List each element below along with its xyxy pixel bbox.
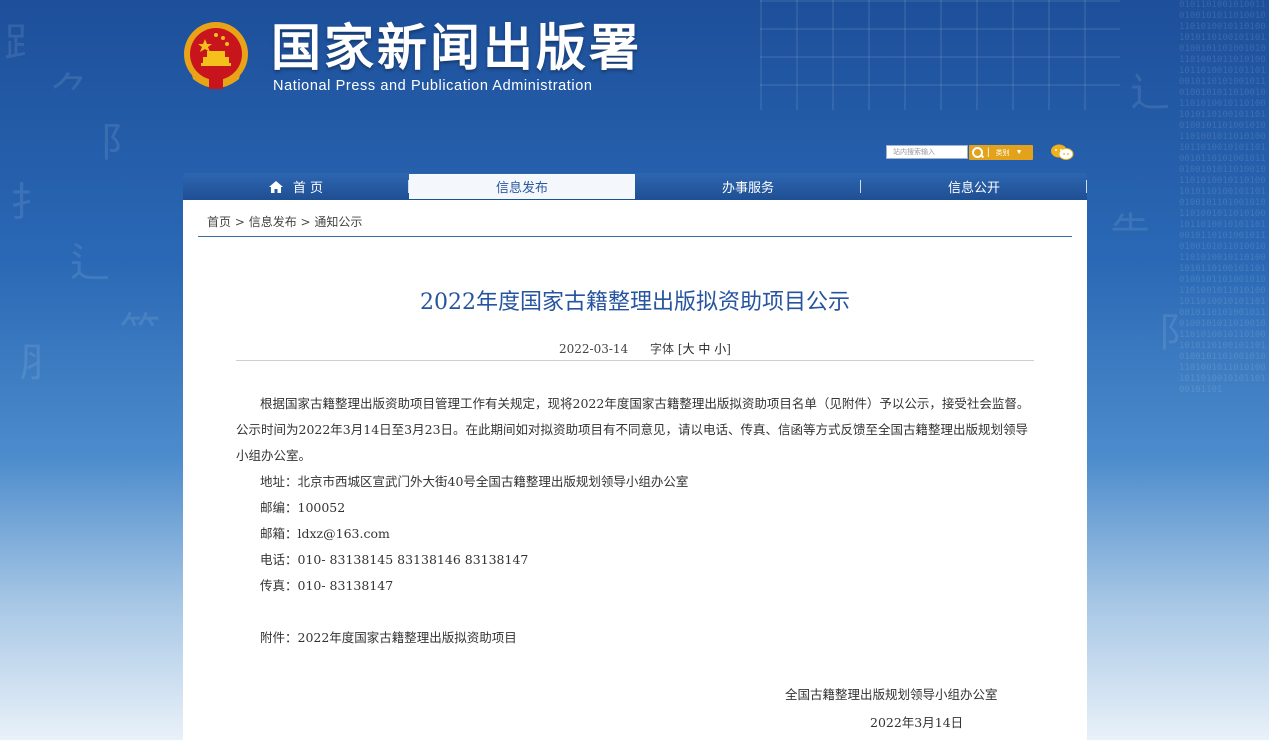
background-glyph: ⻌ (1130, 70, 1170, 116)
wechat-icon[interactable] (1050, 143, 1074, 161)
national-emblem-icon[interactable] (183, 21, 249, 93)
background-grid-pattern (760, 0, 1120, 110)
breadcrumb-info-release[interactable]: 信息发布 (249, 215, 297, 229)
home-icon (268, 180, 283, 193)
background-glyph: ⺼ (20, 340, 60, 386)
search-input[interactable]: 站内搜索输入 (886, 145, 968, 159)
font-size-large-button[interactable]: 大 (683, 342, 695, 356)
signature-org: 全国古籍整理出版规划领导小组办公室 (785, 687, 998, 702)
font-size-small-button[interactable]: 小 (714, 342, 726, 356)
article-body: 根据国家古籍整理出版资助项目管理工作有关规定，现将2022年度国家古籍整理出版拟… (236, 391, 1036, 651)
search-button[interactable]: | 类别 ▼ (969, 145, 1033, 160)
nav-item-label: 信息公开 (947, 181, 1000, 196)
contact-address: 地址：北京市西城区宣武门外大街40号全国古籍整理出版规划领导小组办公室 (260, 474, 689, 489)
font-size-medium-button[interactable]: 中 (698, 342, 710, 356)
background-glyph: ⻊ (4, 20, 44, 66)
breadcrumb-home[interactable]: 首页 (207, 215, 231, 229)
contact-phone: 电话：010- 83138145 83138146 83138147 (260, 552, 529, 567)
font-size-label: 字体 [ (650, 342, 683, 356)
contact-postcode: 邮编：100052 (260, 500, 346, 515)
nav-item-info-release[interactable]: 信息发布 (409, 174, 635, 199)
article-paragraph: 根据国家古籍整理出版资助项目管理工作有关规定，现将2022年度国家古籍整理出版拟… (236, 396, 1030, 463)
font-size-bracket: ] (726, 342, 731, 356)
background-glyph: ⻍ (70, 240, 110, 286)
site-header: 国家新闻出版署 National Press and Publication A… (183, 18, 783, 103)
chevron-down-icon[interactable]: ▼ (1016, 149, 1023, 156)
search-divider: | (987, 147, 990, 158)
main-nav: 首 页 信息发布 办事服务 信息公开 (183, 173, 1087, 200)
contact-fax: 传真：010- 83138147 (260, 578, 394, 593)
article-date: 2022-03-14 (559, 342, 629, 356)
nav-divider (1086, 180, 1087, 193)
breadcrumb-separator: > (231, 215, 249, 229)
background-glyph: ⺮ (120, 310, 160, 356)
nav-item-label: 信息发布 (495, 181, 548, 196)
nav-item-info-disclosure[interactable]: 信息公开 (861, 173, 1087, 200)
article-meta: 2022-03-14 字体 [大 中 小] (559, 340, 731, 357)
nav-item-label: 办事服务 (721, 181, 774, 196)
meta-divider (236, 360, 1034, 361)
nav-item-services[interactable]: 办事服务 (635, 173, 861, 200)
nav-item-home[interactable]: 首 页 (183, 173, 409, 200)
background-glyph: ⻖ (100, 120, 140, 166)
background-binary-pattern: 0101101001010011010010101101001011010100… (1179, 0, 1266, 395)
attachment-link[interactable]: 附件：2022年度国家古籍整理出版拟资助项目 (236, 625, 1036, 651)
breadcrumb-divider (198, 236, 1072, 237)
content-panel: 首页 > 信息发布 > 通知公示 2022年度国家古籍整理出版拟资助项目公示 2… (183, 200, 1087, 740)
background-glyph: ⺈ (50, 70, 90, 116)
breadcrumb-notices[interactable]: 通知公示 (314, 215, 362, 229)
background-glyph: ⺘ (10, 180, 50, 226)
breadcrumb-separator: > (296, 215, 315, 229)
signature-date: 2022年3月14日 (870, 715, 964, 730)
background-glyph: ⺧ (1110, 210, 1150, 256)
breadcrumb: 首页 > 信息发布 > 通知公示 (207, 213, 362, 230)
nav-item-label: 首 页 (292, 181, 324, 196)
search-category-select[interactable]: 类别 (996, 148, 1010, 158)
background-glyph: ⻏ (1140, 310, 1180, 356)
search-icon[interactable] (969, 145, 987, 160)
contact-email: 邮箱：ldxz@163.com (260, 526, 390, 541)
org-name-en: National Press and Publication Administr… (273, 78, 593, 94)
org-name-cn: 国家新闻出版署 (271, 19, 642, 77)
font-size-control: 字体 [大 中 小] (650, 342, 731, 356)
article-title: 2022年度国家古籍整理出版拟资助项目公示 (420, 290, 850, 315)
